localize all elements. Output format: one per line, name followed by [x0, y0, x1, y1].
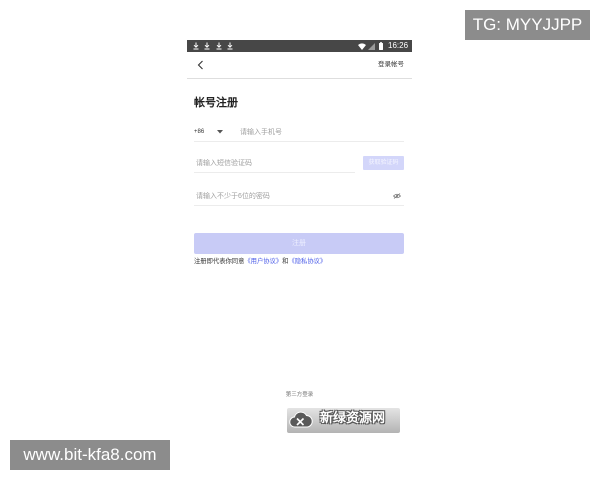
- download-icon: [193, 42, 199, 50]
- nav-header: 登录帐号: [187, 52, 412, 78]
- page-title: 帐号注册: [194, 97, 238, 109]
- agreement-text: 注册即代表你同意《用户协议》和《隐私协议》: [194, 258, 326, 266]
- eye-off-icon[interactable]: [392, 193, 402, 199]
- status-time: 16:26: [388, 41, 409, 50]
- download-icon: [204, 42, 210, 50]
- chevron-left-icon[interactable]: [197, 60, 204, 70]
- user-agreement-link[interactable]: 《用户协议》: [244, 258, 282, 265]
- url-overlay-text: www.bit-kfa8.com: [23, 445, 157, 464]
- register-button[interactable]: 注册: [194, 233, 404, 254]
- country-code: +86: [194, 129, 205, 135]
- caret-down-icon: [217, 130, 223, 134]
- wifi-icon: [358, 42, 366, 50]
- password-row: [194, 187, 404, 206]
- country-code-selector[interactable]: +86: [194, 123, 230, 141]
- third-party-login-label: 第三方登录: [285, 392, 314, 398]
- download-icon: [216, 42, 222, 50]
- phone-row: +86: [194, 123, 404, 142]
- agreement-prefix: 注册即代表你同意: [194, 258, 245, 265]
- password-input[interactable]: [196, 189, 386, 203]
- login-account-link[interactable]: 登录帐号: [378, 52, 404, 78]
- watermark-logo-text: 新绿资源网: [320, 410, 386, 425]
- status-bar: 16:26: [187, 40, 412, 52]
- get-code-button[interactable]: 获取验证码: [363, 156, 404, 170]
- signal-icon: [368, 42, 375, 50]
- sms-code-input[interactable]: [196, 156, 351, 170]
- site-watermark-logo: 新绿资源网: [287, 408, 400, 433]
- telegram-tag-overlay: TG: MYYJJPP: [465, 10, 590, 40]
- download-icon: [227, 42, 233, 50]
- sms-code-row: [194, 154, 355, 173]
- phone-input[interactable]: [240, 125, 400, 139]
- url-overlay: www.bit-kfa8.com: [10, 440, 170, 470]
- privacy-agreement-link[interactable]: 《隐私协议》: [288, 258, 326, 265]
- battery-icon: [379, 42, 383, 50]
- cloud-logo-icon: [289, 410, 313, 431]
- header-divider: [187, 78, 412, 79]
- phone-screen: 16:26 登录帐号 帐号注册 +86 获取验证码 注册 注册即代表你同意: [187, 40, 412, 440]
- telegram-tag-text: TG: MYYJJPP: [472, 15, 583, 34]
